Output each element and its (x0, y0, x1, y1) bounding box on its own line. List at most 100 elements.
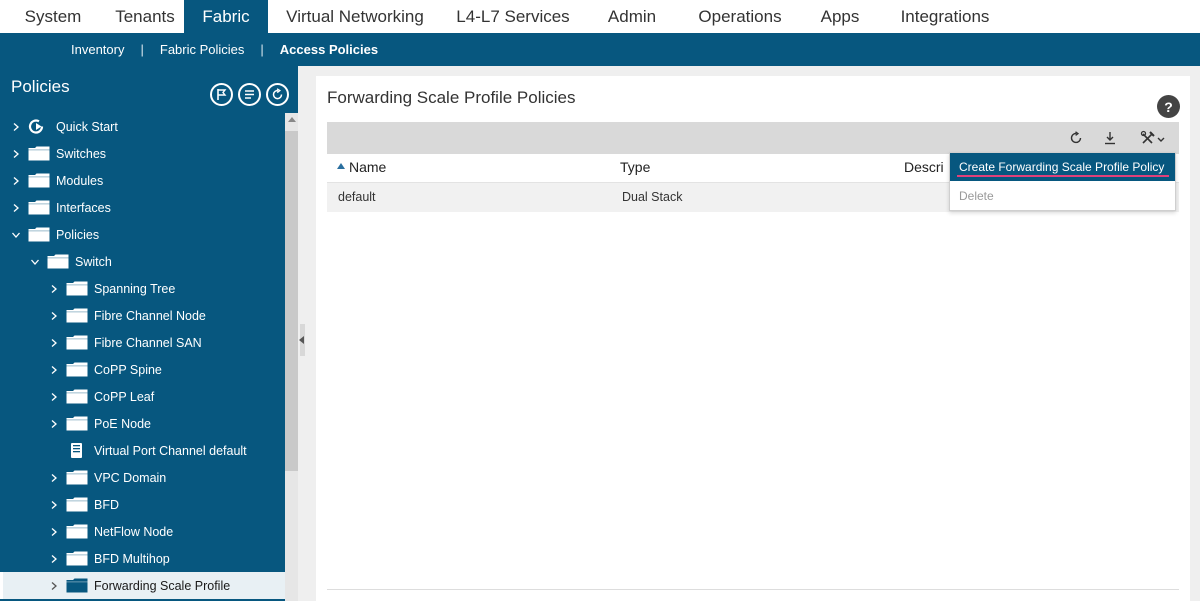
scroll-up-icon[interactable] (288, 117, 296, 122)
sidebar: Policies Quick Start Switches Modules Inter… (0, 66, 298, 601)
tree-item[interactable]: Virtual Port Channel default (0, 437, 285, 464)
folder-icon (28, 146, 50, 161)
subnav-fabric-policies[interactable]: Fabric Policies (160, 42, 245, 57)
chevron-right-icon[interactable] (48, 499, 60, 511)
document-icon (66, 443, 88, 458)
tab-system[interactable]: System (0, 0, 106, 33)
scrollbar-thumb[interactable] (285, 131, 298, 471)
tab-l4-l7-services[interactable]: L4-L7 Services (442, 0, 584, 33)
create-forwarding-scale-profile-policy-item[interactable]: Create Forwarding Scale Profile Policy (950, 153, 1175, 181)
chevron-right-icon[interactable] (48, 310, 60, 322)
tab-apps[interactable]: Apps (800, 0, 880, 33)
tab-operations[interactable]: Operations (680, 0, 800, 33)
tree-item-label: Forwarding Scale Profile (94, 578, 231, 593)
tree-item-label: Switch (75, 254, 112, 269)
tree-item-label: Interfaces (56, 200, 111, 215)
folder-icon (28, 200, 50, 215)
panel-splitter[interactable] (298, 66, 316, 601)
chevron-down-icon[interactable] (29, 256, 41, 268)
refresh-table-button[interactable] (1068, 130, 1084, 146)
chevron-right-icon[interactable] (10, 148, 22, 160)
tree-item[interactable]: Spanning Tree (0, 275, 285, 302)
folder-icon (66, 578, 88, 593)
column-header-name[interactable]: Name (349, 159, 386, 175)
collapse-left-icon[interactable] (299, 336, 304, 344)
chevron-right-icon[interactable] (48, 418, 60, 430)
page-title: Forwarding Scale Profile Policies (327, 88, 576, 107)
chevron-right-icon[interactable] (48, 553, 60, 565)
list-view-button[interactable] (238, 83, 261, 106)
column-header-type[interactable]: Type (620, 159, 650, 175)
chevron-right-icon[interactable] (10, 202, 22, 214)
tree-item[interactable]: Policies (0, 221, 285, 248)
tab-admin[interactable]: Admin (584, 0, 680, 33)
tree-item-label: PoE Node (94, 416, 151, 431)
tree-item-label: VPC Domain (94, 470, 167, 485)
refresh-icon (272, 88, 283, 100)
tab-integrations[interactable]: Integrations (880, 0, 1010, 33)
actions-dropdown: Create Forwarding Scale Profile Policy D… (949, 152, 1176, 211)
chevron-right-icon[interactable] (48, 337, 60, 349)
tree-item-label: BFD (94, 497, 119, 512)
subnav-inventory[interactable]: Inventory (71, 42, 124, 57)
download-button[interactable] (1102, 130, 1118, 146)
sort-ascending-icon[interactable] (337, 163, 345, 169)
tree-item[interactable]: CoPP Leaf (0, 383, 285, 410)
folder-icon (66, 524, 88, 539)
table-toolbar (327, 122, 1179, 154)
refresh-icon (1070, 131, 1082, 144)
folder-icon (28, 227, 50, 242)
folder-icon (66, 335, 88, 350)
chevron-right-icon[interactable] (48, 364, 60, 376)
tree-item[interactable]: NetFlow Node (0, 518, 285, 545)
tree-item[interactable]: Modules (0, 167, 285, 194)
main-content: Forwarding Scale Profile Policies ? Name… (316, 66, 1200, 601)
tab-tenants[interactable]: Tenants (106, 0, 184, 33)
tab-fabric[interactable]: Fabric (184, 0, 268, 33)
subnav-access-policies[interactable]: Access Policies (280, 42, 378, 57)
folder-icon (47, 254, 69, 269)
chevron-right-icon[interactable] (48, 391, 60, 403)
tree-item[interactable]: CoPP Spine (0, 356, 285, 383)
folder-icon (66, 308, 88, 323)
folder-icon (66, 362, 88, 377)
tree-item[interactable]: Switch (0, 248, 285, 275)
sidebar-scrollbar[interactable] (285, 113, 298, 601)
tree-item[interactable]: Fibre Channel SAN (0, 329, 285, 356)
chevron-right-icon[interactable] (10, 121, 22, 133)
tree-item-label: Fibre Channel SAN (94, 335, 202, 350)
column-header-description[interactable]: Descri (904, 159, 944, 175)
cell-type: Dual Stack (622, 190, 683, 204)
chevron-right-icon[interactable] (48, 580, 60, 592)
chevron-right-icon[interactable] (48, 283, 60, 295)
tree-item[interactable]: VPC Domain (0, 464, 285, 491)
tree-item[interactable]: Forwarding Scale Profile (0, 572, 285, 599)
folder-icon (66, 281, 88, 296)
tools-icon (1140, 130, 1165, 144)
help-button[interactable]: ? (1157, 95, 1180, 118)
actions-menu-button[interactable] (1140, 130, 1168, 146)
tab-virtual-networking[interactable]: Virtual Networking (268, 0, 442, 33)
tree-item[interactable]: Fibre Channel Node (0, 302, 285, 329)
tree-item[interactable]: BFD Multihop (0, 545, 285, 572)
tree-item[interactable]: Interfaces (0, 194, 285, 221)
list-icon (245, 90, 254, 99)
tree-item[interactable]: BFD (0, 491, 285, 518)
tag-button[interactable] (210, 83, 233, 106)
tree-item-label: Modules (56, 173, 104, 188)
tree-item-label: Virtual Port Channel default (94, 443, 247, 458)
tree-item[interactable]: Switches (0, 140, 285, 167)
refresh-button[interactable] (266, 83, 289, 106)
sidebar-title: Policies (11, 77, 70, 96)
chevron-down-icon[interactable] (10, 229, 22, 241)
tree-item-label: BFD Multihop (94, 551, 170, 566)
subnav-separator: | (140, 42, 144, 57)
chevron-right-icon[interactable] (48, 472, 60, 484)
tree-item[interactable]: PoE Node (0, 410, 285, 437)
quick-start-icon (28, 119, 50, 134)
chevron-right-icon[interactable] (48, 526, 60, 538)
tree-item[interactable]: Quick Start (0, 113, 285, 140)
chevron-right-icon[interactable] (10, 175, 22, 187)
tree-item-label: CoPP Spine (94, 362, 162, 377)
